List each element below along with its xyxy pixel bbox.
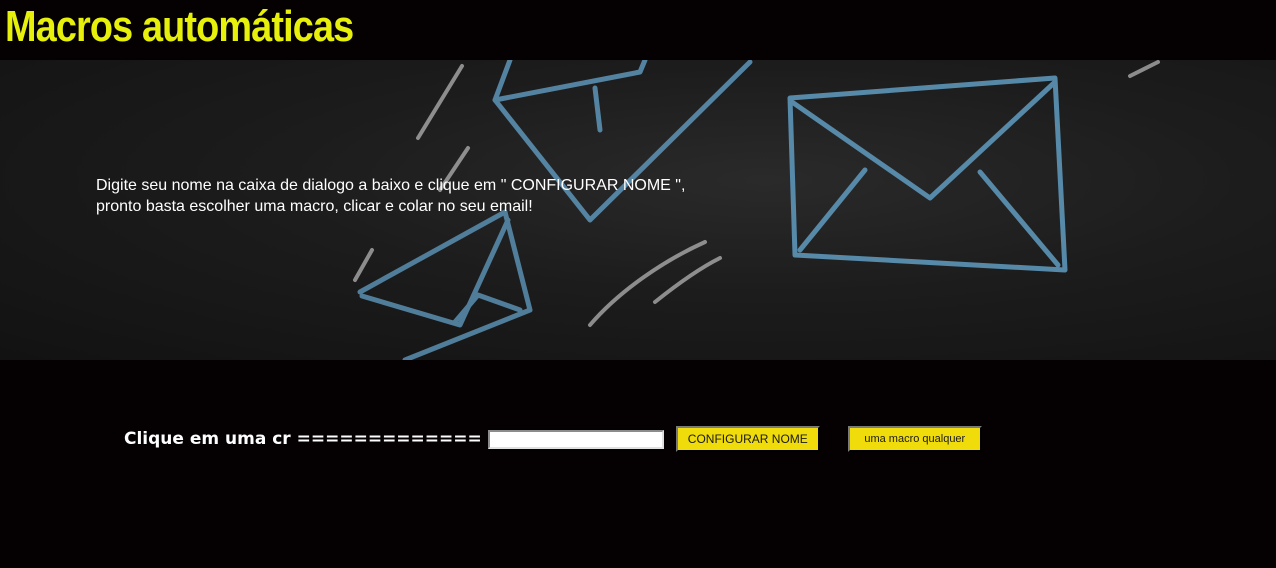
page-title: Macros automáticas <box>5 2 354 51</box>
macro-button[interactable]: uma macro qualquer <box>847 426 982 452</box>
configure-name-button[interactable]: CONFIGURAR NOME <box>675 426 820 452</box>
envelope-large-icon <box>787 75 1068 273</box>
email-banner: Digite seu nome na caixa de dialogo a ba… <box>0 60 1276 360</box>
instructions-text: Digite seu nome na caixa de dialogo a ba… <box>96 177 686 215</box>
name-input[interactable] <box>487 429 664 449</box>
page: Macros automáticas Digite seu nome na ca… <box>0 0 1276 568</box>
envelope-small-icon <box>357 209 533 360</box>
controls-label: Clique em uma cr ============= <box>124 429 482 449</box>
controls-row: Clique em uma cr ============= CONFIGURA… <box>124 424 982 454</box>
